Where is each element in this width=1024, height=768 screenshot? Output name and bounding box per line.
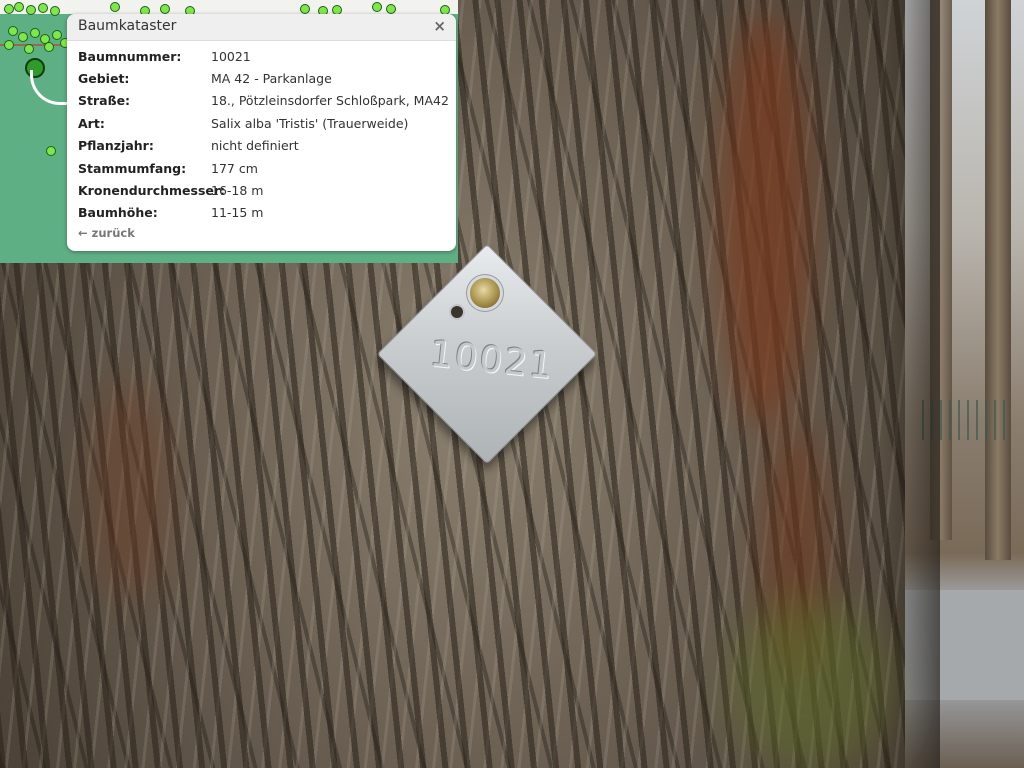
attribute-value: 10021 — [211, 48, 251, 64]
attribute-value: Salix alba 'Tristis' (Trauerweide) — [211, 115, 409, 131]
attribute-value: 16-18 m — [211, 183, 264, 199]
attribute-value: MA 42 - Parkanlage — [211, 71, 332, 87]
tag-screw — [470, 278, 500, 308]
attribute-row: Stammumfang: 177 cm — [78, 157, 449, 179]
attribute-row: Baumnummer: 10021 — [78, 45, 449, 67]
tree-dot[interactable] — [18, 32, 28, 42]
attribute-label: Gebiet: — [78, 71, 130, 87]
bark-rust-patch — [90, 380, 170, 600]
attribute-value: 18., Pötzleinsdorfer Schloßpark, MA42 — [211, 93, 449, 109]
attribute-label: Kronendurchmesser: — [78, 183, 226, 199]
bark-rust-patch — [720, 10, 810, 430]
tree-dot[interactable] — [160, 4, 170, 14]
tree-info-popup: Baumkataster × Baumnummer: 10021 Gebiet:… — [67, 14, 456, 251]
close-icon[interactable]: × — [433, 17, 446, 35]
attribute-row: Straße: 18., Pötzleinsdorfer Schloßpark,… — [78, 90, 449, 112]
attribute-label: Baumnummer: — [78, 48, 182, 64]
tag-hole — [451, 306, 463, 318]
tree-dot[interactable] — [300, 4, 310, 14]
back-link[interactable]: ← zurück — [78, 226, 135, 240]
tree-dot[interactable] — [110, 2, 120, 12]
tree-dot[interactable] — [24, 44, 34, 54]
tree-dot[interactable] — [4, 40, 14, 50]
popup-title: Baumkataster — [78, 18, 177, 34]
attribute-list: Baumnummer: 10021 Gebiet: MA 42 - Parkan… — [78, 45, 449, 224]
attribute-label: Pflanzjahr: — [78, 138, 154, 154]
tree-dot[interactable] — [14, 2, 24, 12]
attribute-value: 177 cm — [211, 160, 258, 176]
attribute-value: nicht definiert — [211, 138, 299, 154]
arrow-left-icon: ← — [78, 226, 88, 240]
back-link-label: zurück — [91, 226, 135, 240]
tree-dot[interactable] — [50, 6, 60, 16]
attribute-row: Art: Salix alba 'Tristis' (Trauerweide) — [78, 112, 449, 134]
tree-dot[interactable] — [44, 42, 54, 52]
tree-dot[interactable] — [4, 4, 14, 14]
tree-dot[interactable] — [46, 146, 56, 156]
attribute-label: Straße: — [78, 93, 131, 109]
bark-moss-patch — [730, 600, 890, 768]
attribute-value: 11-15 m — [211, 205, 264, 221]
attribute-label: Stammumfang: — [78, 160, 187, 176]
attribute-label: Art: — [78, 115, 105, 131]
attribute-row: Pflanzjahr: nicht definiert — [78, 135, 449, 157]
tree-dot[interactable] — [38, 3, 48, 13]
popup-header: Baumkataster × — [67, 14, 456, 41]
attribute-row: Kronendurchmesser: 16-18 m — [78, 179, 449, 201]
background-tree-trunk — [985, 0, 1011, 560]
tree-dot[interactable] — [8, 26, 18, 36]
attribute-label: Baumhöhe: — [78, 205, 158, 221]
trunk-edge-shadow — [880, 0, 940, 768]
attribute-row: Baumhöhe: 11-15 m — [78, 202, 449, 224]
attribute-row: Gebiet: MA 42 - Parkanlage — [78, 67, 449, 89]
tree-dot[interactable] — [372, 2, 382, 12]
tree-dot[interactable] — [386, 4, 396, 14]
tree-dot[interactable] — [26, 5, 36, 15]
tree-dot[interactable] — [30, 28, 40, 38]
